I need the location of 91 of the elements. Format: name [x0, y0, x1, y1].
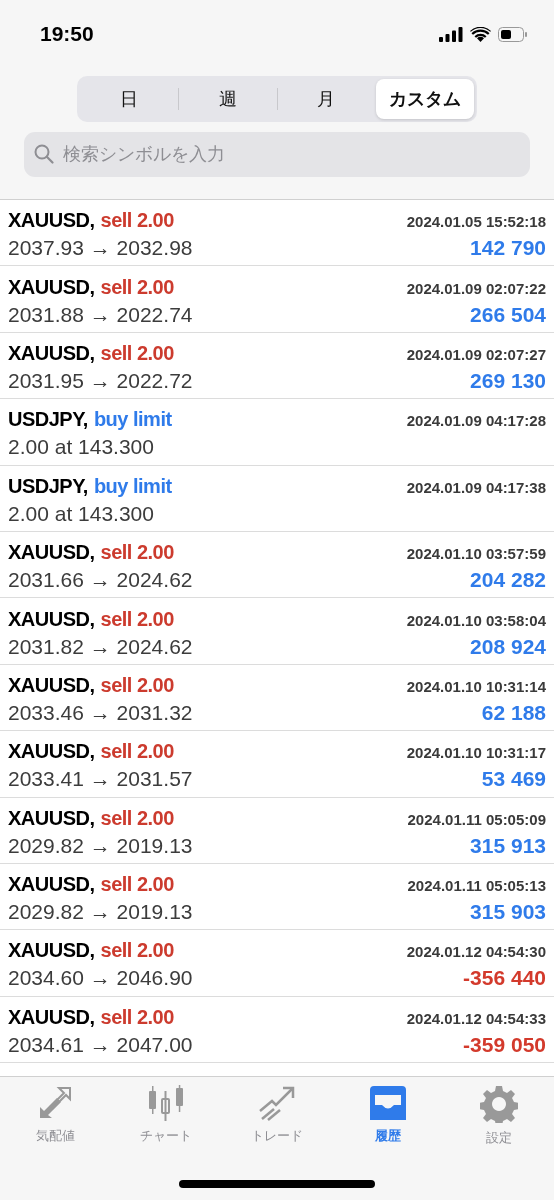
profit-value: 204 282: [470, 568, 546, 593]
tab-bar-item[interactable]: 履歴: [332, 1085, 444, 1147]
history-row[interactable]: USDJPY, buy limit 2024.01.09 04:17:28 2.00 at 143.300: [0, 399, 554, 466]
history-row[interactable]: XAUUSD, sell 2.00 2024.01.09 02:07:27 2031.95 → 2022.72 269 130: [0, 332, 554, 400]
symbol-label: XAUUSD,: [8, 806, 95, 830]
price-label: 2037.93 → 2032.98: [8, 236, 193, 261]
price-label: 2031.88 → 2022.74: [8, 302, 193, 327]
profit-value: 142 790: [470, 236, 546, 261]
timestamp: 2024.01.10 03:57:59: [406, 545, 546, 563]
order-type-label: sell 2.00: [100, 673, 174, 697]
symbol-label: XAUUSD,: [8, 607, 95, 631]
price-label: 2033.46 → 2031.32: [8, 700, 193, 725]
order-type-label: sell 2.00: [100, 341, 174, 365]
history-row[interactable]: XAUUSD, sell 2.00 2024.01.12 04:54:30 2034.60 → 2046.90 -356 440: [0, 930, 554, 997]
profit-value: 53 469: [481, 767, 546, 792]
price-label: 2029.82 → 2019.13: [8, 833, 193, 858]
order-type-label: buy limit: [93, 408, 172, 432]
timestamp: 2024.01.10 03:58:04: [406, 611, 546, 629]
settings-icon: [479, 1085, 518, 1123]
profit-value: 266 504: [470, 302, 546, 327]
order-type-label: buy limit: [93, 474, 172, 498]
order-type-label: sell 2.00: [100, 1005, 174, 1029]
symbol-label: XAUUSD,: [8, 209, 95, 233]
timestamp: 2024.01.09 04:17:28: [406, 412, 546, 430]
symbol-label: XAUUSD,: [8, 673, 95, 697]
history-row[interactable]: XAUUSD, sell 2.00 2024.01.12 04:54:33 2034.61 → 2047.00 -359 050: [0, 996, 554, 1064]
symbol-label: XAUUSD,: [8, 341, 95, 365]
order-type-label: sell 2.00: [100, 607, 174, 631]
symbol-label: XAUUSD,: [8, 275, 95, 299]
timestamp: 2024.01.11 05:05:09: [407, 810, 546, 828]
price-label: 2033.41 → 2031.57: [8, 767, 193, 792]
order-type-label: sell 2.00: [100, 541, 174, 565]
timestamp: 2024.01.09 02:07:27: [406, 345, 546, 363]
profit-value: 315 903: [470, 900, 546, 925]
timestamp: 2024.01.12 04:54:30: [406, 943, 546, 961]
timestamp: 2024.01.12 04:54:33: [406, 1009, 546, 1027]
profit-value: 208 924: [470, 634, 546, 659]
order-type-label: sell 2.00: [100, 806, 174, 830]
search-field[interactable]: 検索シンボルを入力: [24, 132, 530, 177]
timestamp: 2024.01.10 10:31:17: [406, 744, 546, 762]
order-type-label: sell 2.00: [100, 939, 174, 963]
history-row[interactable]: XAUUSD, sell 2.00 2024.01.10 10:31:14 2033.46 → 2031.32 62 188: [0, 664, 554, 732]
period-tab[interactable]: 日: [80, 79, 178, 119]
profit-value: 269 130: [470, 368, 546, 393]
timestamp: 2024.01.10 10:31:14: [406, 677, 546, 695]
symbol-label: USDJPY,: [8, 408, 88, 432]
symbol-label: XAUUSD,: [8, 939, 95, 963]
battery-icon: [498, 26, 528, 42]
order-type-label: sell 2.00: [100, 740, 174, 764]
symbol-label: XAUUSD,: [8, 1005, 95, 1029]
symbol-label: USDJPY,: [8, 474, 88, 498]
period-tab[interactable]: 週: [178, 79, 277, 119]
price-label: 2031.66 → 2024.62: [8, 568, 193, 593]
status-time: 19:50: [40, 22, 94, 46]
history-row[interactable]: XAUUSD, sell 2.00 2024.01.10 03:58:04 2031.82 → 2024.62 208 924: [0, 598, 554, 665]
history-row[interactable]: XAUUSD, sell 2.00 2024.01.11 05:05:13 2029.82 → 2019.13 315 903: [0, 863, 554, 931]
history-row[interactable]: XAUUSD, sell 2.00 2024.01.10 10:31:17 2033.41 → 2031.57 53 469: [0, 731, 554, 798]
order-type-label: sell 2.00: [100, 275, 174, 299]
signal-icon: [439, 26, 463, 42]
history-row[interactable]: XAUUSD, sell 2.00 2024.01.11 05:05:09 2029.82 → 2019.13 315 913: [0, 797, 554, 864]
symbol-label: XAUUSD,: [8, 740, 95, 764]
profit-value: -356 440: [463, 966, 546, 991]
timestamp: 2024.01.11 05:05:13: [407, 877, 546, 895]
profit-value: -359 050: [463, 1032, 546, 1057]
history-row[interactable]: XAUUSD, sell 2.00 2024.01.09 02:07:22 2031.88 → 2022.74 266 504: [0, 266, 554, 333]
period-tab[interactable]: カスタム: [376, 79, 474, 119]
price-label: 2034.61 → 2047.00: [8, 1032, 193, 1057]
symbol-label: XAUUSD,: [8, 541, 95, 565]
history-row[interactable]: USDJPY, buy limit 2024.01.09 04:17:38 2.00 at 143.300: [0, 465, 554, 532]
profit-value: 62 188: [481, 700, 546, 725]
arrows-icon: [37, 1085, 74, 1121]
price-label: 2031.95 → 2022.72: [8, 368, 193, 393]
profit-value: 315 913: [470, 833, 546, 858]
period-tab[interactable]: 月: [277, 79, 376, 119]
timestamp: 2024.01.09 04:17:38: [406, 478, 546, 496]
symbol-label: XAUUSD,: [8, 873, 95, 897]
timestamp: 2024.01.05 15:52:18: [406, 213, 546, 231]
candlestick-icon: [147, 1085, 186, 1121]
history-row[interactable]: XAUUSD, sell 2.00 2024.01.05 15:52:18 2037.93 → 2032.98 142 790: [0, 200, 554, 267]
trend-arrow-icon: [258, 1085, 296, 1121]
order-type-label: sell 2.00: [100, 209, 174, 233]
inbox-icon: [368, 1085, 407, 1121]
wifi-icon: [470, 26, 491, 42]
price-label: 2.00 at 143.300: [8, 435, 154, 460]
history-row[interactable]: XAUUSD, sell 2.00 2024.01.10 03:57:59 2031.66 → 2024.62 204 282: [0, 531, 554, 599]
price-label: 2034.60 → 2046.90: [8, 966, 193, 991]
price-label: 2031.82 → 2024.62: [8, 634, 193, 659]
price-label: 2029.82 → 2019.13: [8, 900, 193, 925]
price-label: 2.00 at 143.300: [8, 501, 154, 526]
timestamp: 2024.01.09 02:07:22: [406, 279, 546, 297]
order-type-label: sell 2.00: [100, 873, 174, 897]
